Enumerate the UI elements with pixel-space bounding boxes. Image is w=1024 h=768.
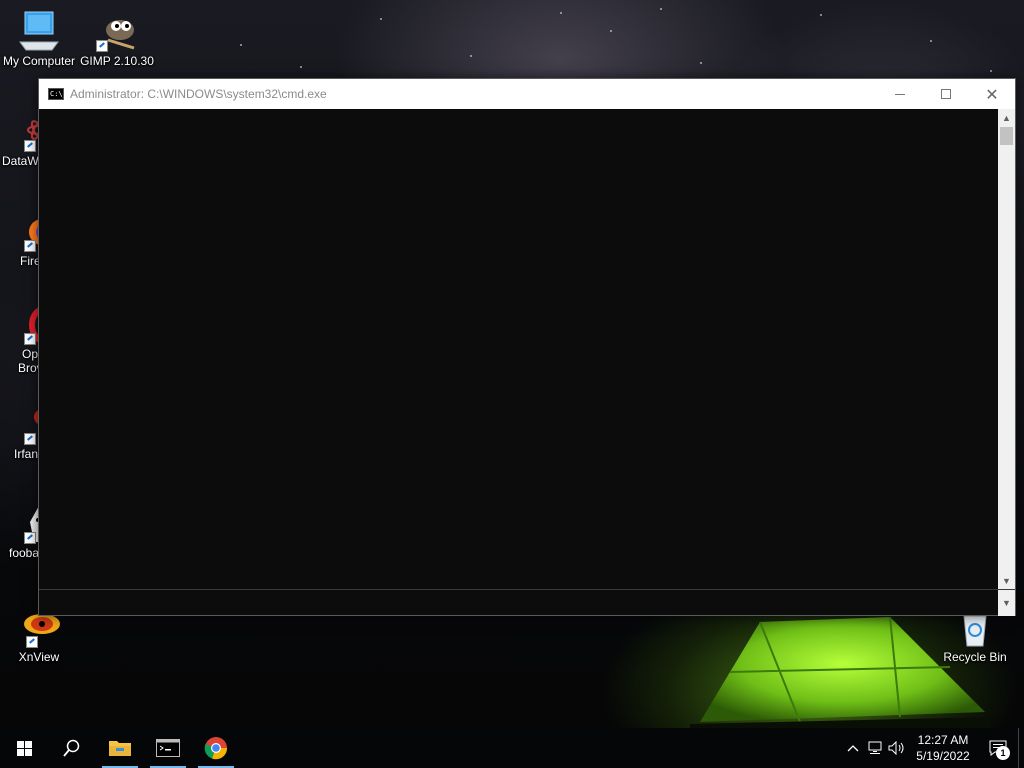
show-desktop-button[interactable] [1018,728,1024,768]
console-output[interactable] [39,109,999,589]
window-titlebar[interactable]: C:\_ Administrator: C:\WINDOWS\system32\… [39,79,1015,109]
close-icon: ✕ [985,84,999,104]
notification-count-badge: 1 [996,746,1010,760]
shortcut-arrow-icon [24,433,36,445]
clock[interactable]: 12:27 AM 5/19/2022 [908,732,978,764]
minimize-icon [895,93,905,95]
cmd-window[interactable]: C:\_ Administrator: C:\WINDOWS\system32\… [38,78,1016,616]
start-button[interactable] [0,728,48,768]
desktop-icon-label: XnView [18,650,60,664]
network-button[interactable] [864,728,886,768]
show-hidden-icons-button[interactable] [842,728,864,768]
windows-logo-icon [16,740,32,756]
scrollbar-thumb[interactable] [1000,127,1013,145]
scroll-down-icon[interactable]: ▼ [998,590,1015,616]
desktop-icon-gimp[interactable]: GIMP 2.10.30 [78,10,156,68]
computer-icon [18,10,60,52]
gimp-icon [96,10,138,52]
window-title: Administrator: C:\WINDOWS\system32\cmd.e… [70,87,327,101]
cmd-app-icon[interactable]: C:\_ [48,88,64,100]
scroll-down-icon[interactable]: ▼ [998,572,1015,589]
desktop-icon-label: My Computer [2,54,76,68]
desktop-icon-my-computer[interactable]: My Computer [0,10,78,68]
vertical-scrollbar[interactable]: ▲ ▼ [998,109,1015,589]
desktop-icon-label: GIMP 2.10.30 [80,54,154,68]
command-prompt-taskbar-button[interactable] [144,728,192,768]
close-button[interactable]: ✕ [969,79,1015,109]
shortcut-arrow-icon [24,532,36,544]
system-tray: 12:27 AM 5/19/2022 1 [842,728,1024,768]
action-center-button[interactable]: 1 [978,728,1018,768]
chevron-up-icon [847,745,859,752]
shortcut-arrow-icon [24,140,36,152]
desktop-icon-label: Recycle Bin [943,650,1007,664]
folder-icon [109,741,131,756]
chrome-icon [204,737,228,760]
clock-date: 5/19/2022 [916,749,970,763]
console-bottom-area: ▼ [39,589,1015,616]
taskbar: 12:27 AM 5/19/2022 1 [0,728,1024,768]
shortcut-arrow-icon [24,333,36,345]
search-icon [63,739,80,757]
maximize-button[interactable] [923,79,969,109]
volume-button[interactable] [886,728,908,768]
shortcut-arrow-icon [24,240,36,252]
chrome-button[interactable] [192,728,240,768]
shortcut-arrow-icon [96,40,108,52]
network-icon [868,741,882,754]
shortcut-arrow-icon [26,636,38,648]
file-explorer-button[interactable] [96,728,144,768]
speaker-icon [888,741,904,755]
minimize-button[interactable] [877,79,923,109]
scroll-up-icon[interactable]: ▲ [998,109,1015,126]
clock-time: 12:27 AM [917,733,969,747]
search-button[interactable] [48,728,96,768]
terminal-icon [156,739,180,757]
maximize-icon [941,89,951,99]
